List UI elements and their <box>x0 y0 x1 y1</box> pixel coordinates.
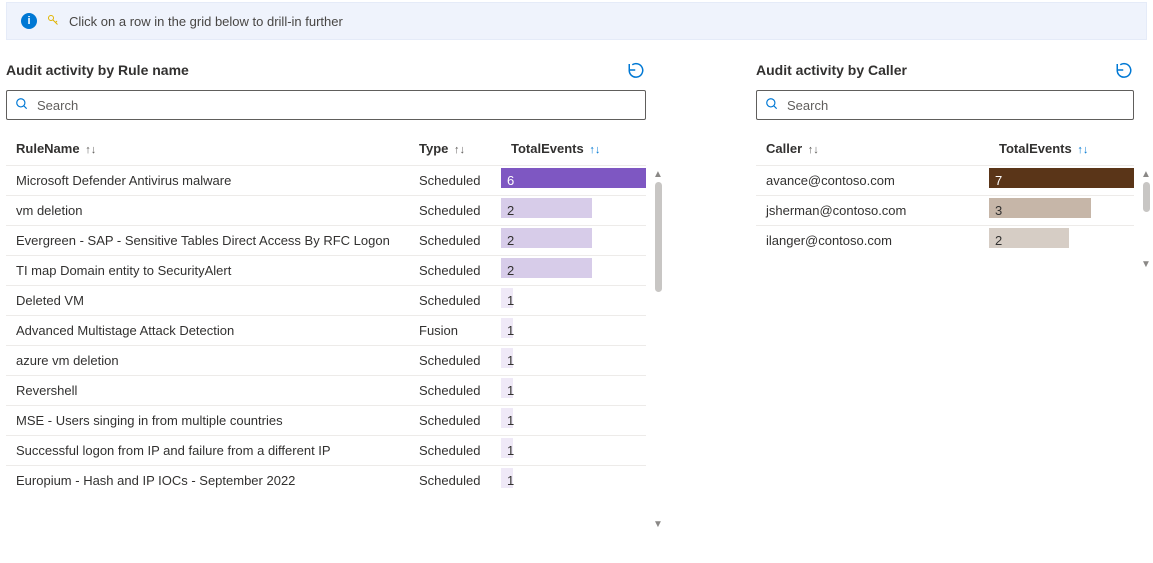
cell-rulename: Successful logon from IP and failure fro… <box>6 436 409 466</box>
cell-totalevents: 1 <box>501 466 646 496</box>
table-row[interactable]: jsherman@contoso.com3 <box>756 196 1134 226</box>
scroll-down-icon[interactable]: ▼ <box>653 520 663 530</box>
cell-type: Scheduled <box>409 286 501 316</box>
cell-rulename: Advanced Multistage Attack Detection <box>6 316 409 346</box>
cell-totalevents: 1 <box>501 346 646 376</box>
panel-caller: Audit activity by Caller Caller ↑↓ <box>756 60 1134 495</box>
cell-rulename: MSE - Users singing in from multiple cou… <box>6 406 409 436</box>
search-input-caller[interactable] <box>785 97 1125 114</box>
cell-type: Scheduled <box>409 166 501 196</box>
col-header-rulename[interactable]: RuleName ↑↓ <box>6 132 409 166</box>
search-box-rule[interactable] <box>6 90 646 120</box>
cell-type: Fusion <box>409 316 501 346</box>
panel-rule-title: Audit activity by Rule name <box>6 62 189 78</box>
cell-totalevents: 1 <box>501 286 646 316</box>
cell-caller: ilanger@contoso.com <box>756 226 989 256</box>
cell-rulename: Evergreen - SAP - Sensitive Tables Direc… <box>6 226 409 256</box>
col-header-totalevents[interactable]: TotalEvents ↑↓ <box>501 132 646 166</box>
cell-totalevents: 3 <box>989 196 1134 226</box>
col-header-type[interactable]: Type ↑↓ <box>409 132 501 166</box>
cell-totalevents: 1 <box>501 436 646 466</box>
cell-totalevents: 2 <box>989 226 1134 256</box>
table-row[interactable]: Microsoft Defender Antivirus malwareSche… <box>6 166 646 196</box>
table-row[interactable]: Advanced Multistage Attack DetectionFusi… <box>6 316 646 346</box>
cell-caller: jsherman@contoso.com <box>756 196 989 226</box>
cell-totalevents: 7 <box>989 166 1134 196</box>
col-header-totalevents[interactable]: TotalEvents ↑↓ <box>989 132 1134 166</box>
cell-rulename: Deleted VM <box>6 286 409 316</box>
table-row[interactable]: avance@contoso.com7 <box>756 166 1134 196</box>
cell-type: Scheduled <box>409 376 501 406</box>
panel-rule-name: Audit activity by Rule name RuleName ↑↓ <box>6 60 646 495</box>
col-header-caller[interactable]: Caller ↑↓ <box>756 132 989 166</box>
cell-rulename: azure vm deletion <box>6 346 409 376</box>
cell-totalevents: 1 <box>501 376 646 406</box>
table-row[interactable]: Successful logon from IP and failure fro… <box>6 436 646 466</box>
cell-totalevents: 6 <box>501 166 646 196</box>
info-banner: i Click on a row in the grid below to dr… <box>6 2 1147 40</box>
panel-caller-title: Audit activity by Caller <box>756 62 907 78</box>
info-icon: i <box>21 13 37 29</box>
sort-icon: ↑↓ <box>454 144 465 156</box>
table-row[interactable]: RevershellScheduled1 <box>6 376 646 406</box>
cell-type: Scheduled <box>409 346 501 376</box>
table-row[interactable]: Evergreen - SAP - Sensitive Tables Direc… <box>6 226 646 256</box>
cell-rulename: Europium - Hash and IP IOCs - September … <box>6 466 409 496</box>
sort-icon: ↑↓ <box>85 144 96 156</box>
table-row[interactable]: MSE - Users singing in from multiple cou… <box>6 406 646 436</box>
table-row[interactable]: azure vm deletionScheduled1 <box>6 346 646 376</box>
cell-totalevents: 2 <box>501 196 646 226</box>
cell-type: Scheduled <box>409 256 501 286</box>
cell-totalevents: 2 <box>501 256 646 286</box>
key-icon <box>47 14 59 29</box>
search-box-caller[interactable] <box>756 90 1134 120</box>
scrollbar[interactable]: ▲ ▼ <box>652 170 664 530</box>
cell-type: Scheduled <box>409 466 501 496</box>
cell-type: Scheduled <box>409 226 501 256</box>
table-row[interactable]: TI map Domain entity to SecurityAlertSch… <box>6 256 646 286</box>
table-row[interactable]: ilanger@contoso.com2 <box>756 226 1134 256</box>
sort-icon: ↑↓ <box>589 144 600 156</box>
sort-icon: ↑↓ <box>808 144 819 156</box>
scroll-thumb[interactable] <box>655 182 662 292</box>
rule-grid: RuleName ↑↓ Type ↑↓ TotalEvents ↑↓ Mi <box>6 132 646 495</box>
cell-rulename: vm deletion <box>6 196 409 226</box>
scroll-up-icon[interactable]: ▲ <box>1141 170 1151 180</box>
sort-icon: ↑↓ <box>1077 144 1088 156</box>
cell-caller: avance@contoso.com <box>756 166 989 196</box>
table-row[interactable]: Deleted VMScheduled1 <box>6 286 646 316</box>
banner-text: Click on a row in the grid below to dril… <box>69 14 343 29</box>
cell-totalevents: 2 <box>501 226 646 256</box>
cell-rulename: TI map Domain entity to SecurityAlert <box>6 256 409 286</box>
cell-type: Scheduled <box>409 436 501 466</box>
undo-button[interactable] <box>626 60 646 80</box>
search-input-rule[interactable] <box>35 97 637 114</box>
table-row[interactable]: vm deletionScheduled2 <box>6 196 646 226</box>
search-icon <box>15 97 29 114</box>
table-row[interactable]: Europium - Hash and IP IOCs - September … <box>6 466 646 496</box>
scroll-down-icon[interactable]: ▼ <box>1141 260 1151 270</box>
undo-button[interactable] <box>1114 60 1134 80</box>
cell-totalevents: 1 <box>501 316 646 346</box>
scroll-thumb[interactable] <box>1143 182 1150 212</box>
scrollbar[interactable]: ▲ ▼ <box>1140 170 1152 270</box>
scroll-up-icon[interactable]: ▲ <box>653 170 663 180</box>
cell-totalevents: 1 <box>501 406 646 436</box>
caller-grid: Caller ↑↓ TotalEvents ↑↓ avance@contoso.… <box>756 132 1134 255</box>
search-icon <box>765 97 779 114</box>
cell-rulename: Microsoft Defender Antivirus malware <box>6 166 409 196</box>
cell-type: Scheduled <box>409 196 501 226</box>
cell-type: Scheduled <box>409 406 501 436</box>
cell-rulename: Revershell <box>6 376 409 406</box>
